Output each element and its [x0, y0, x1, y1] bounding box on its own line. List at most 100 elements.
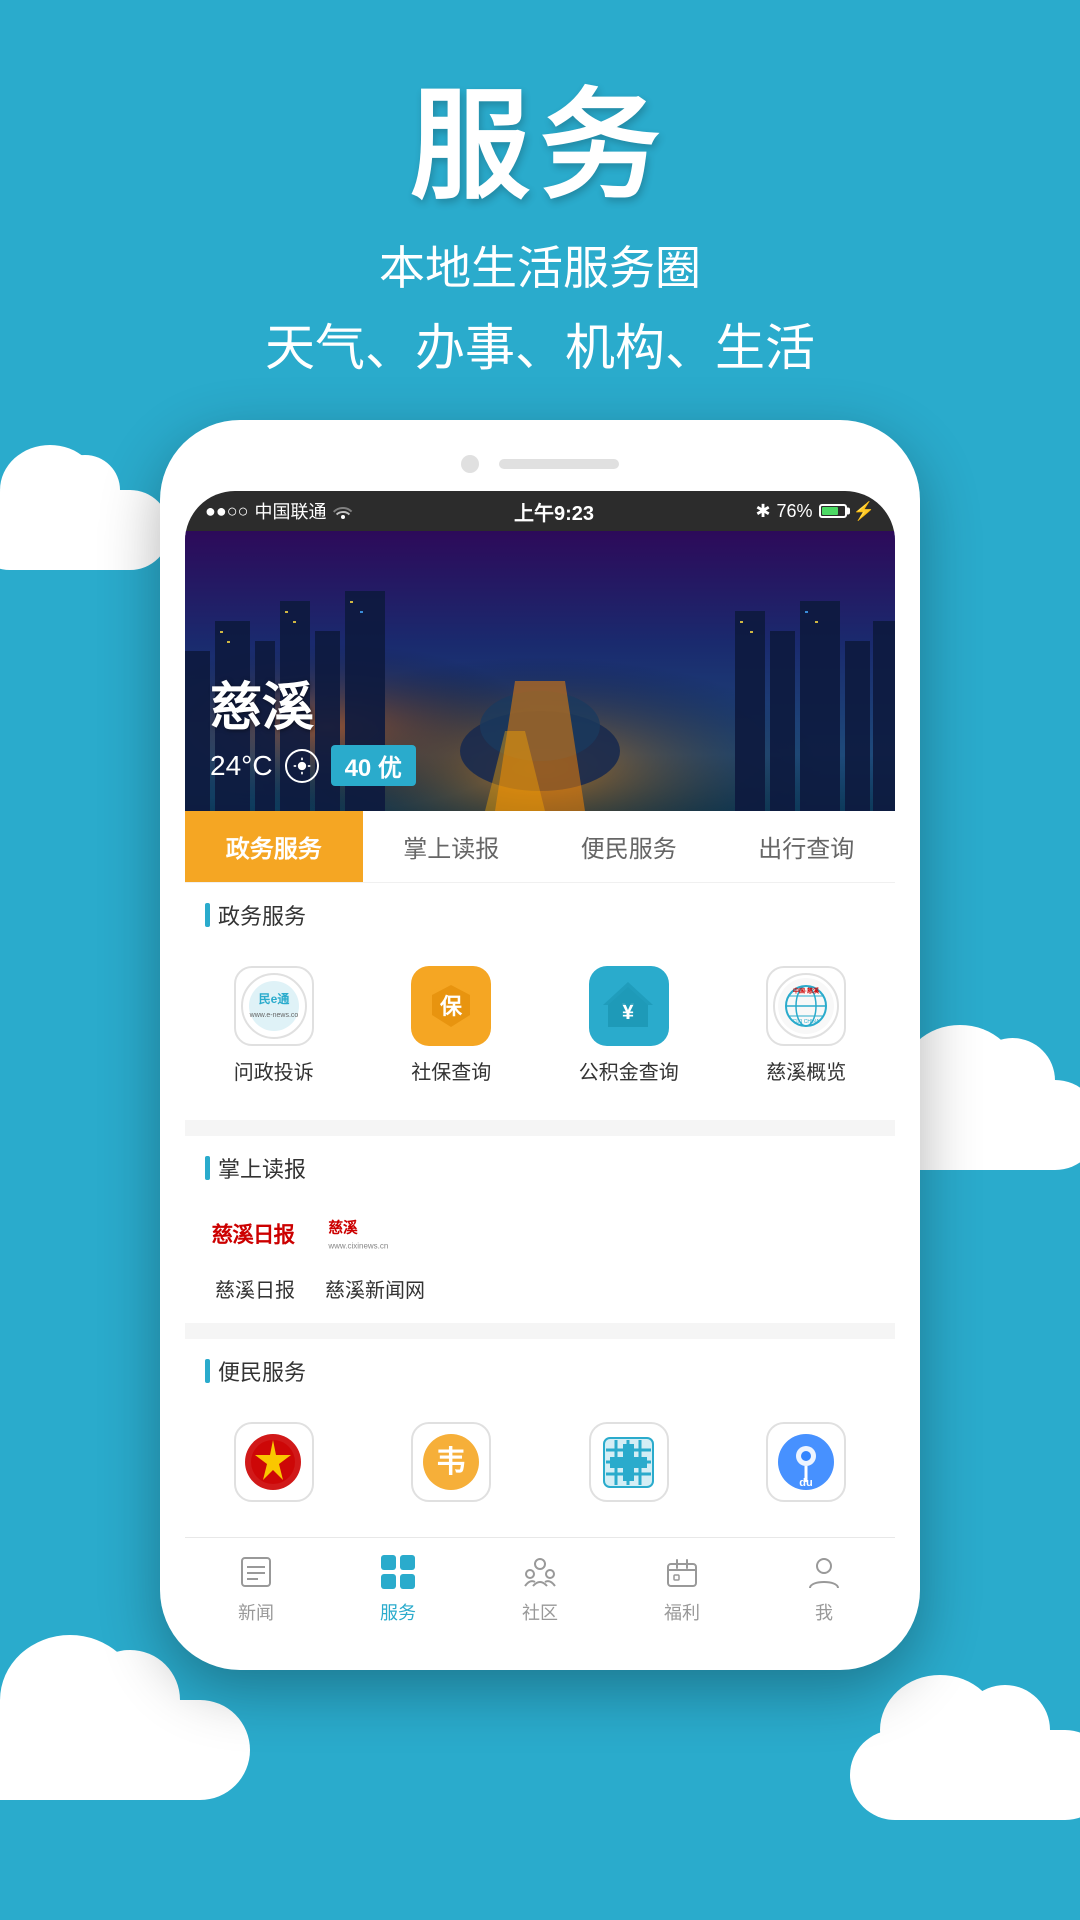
community-label: 社区: [522, 1599, 558, 1625]
nav-news[interactable]: 新闻: [216, 1550, 296, 1625]
reading-indicator: [205, 1156, 210, 1180]
welfare-icon: [660, 1550, 704, 1594]
nav-me[interactable]: 我: [784, 1550, 864, 1625]
market-icon: 韦: [411, 1422, 491, 1502]
map-icon: du: [766, 1422, 846, 1502]
service-icon: [376, 1550, 420, 1594]
cixidaily-logo: 慈溪日报: [205, 1204, 305, 1264]
status-left: ●●○○ 中国联通: [205, 498, 353, 524]
tab-reading[interactable]: 掌上读报: [363, 811, 541, 882]
zhengwu-grid: 民e通 www.e-news.co 问政投诉: [185, 941, 895, 1120]
subtitle-2: 天气、办事、机构、生活: [0, 308, 1080, 380]
temperature: 24°C: [210, 750, 273, 782]
charging-icon: ⚡: [853, 501, 875, 522]
reading-section-header: 掌上读报: [185, 1136, 895, 1194]
service-gongjijin[interactable]: ¥ 公积金查询: [540, 951, 718, 1100]
cixigailan-icon: 中国·慈溪 CIXI CHINA: [766, 966, 846, 1046]
gongjijin-label: 公积金查询: [579, 1056, 679, 1085]
wifi-icon: [333, 503, 353, 519]
service-wenzhengtousu[interactable]: 民e通 www.e-news.co 问政投诉: [185, 951, 363, 1100]
nav-welfare[interactable]: 福利: [642, 1550, 722, 1625]
citizen-grid: 韦: [185, 1397, 895, 1537]
section-indicator: [205, 903, 210, 927]
weather-info: 24°C 40 优: [210, 745, 416, 786]
svg-text:www.cixinews.cn: www.cixinews.cn: [327, 1242, 388, 1251]
hospital-icon: [589, 1422, 669, 1502]
reading-grid: 慈溪日报 慈溪日报 慈溪 www.cixinews.cn: [185, 1194, 895, 1323]
zhengwu-section-title: 政务服务: [218, 899, 306, 931]
phone-top-bar: [185, 445, 895, 491]
bluetooth-icon: ✱: [755, 501, 770, 522]
service-cixigailan[interactable]: 中国·慈溪 CIXI CHINA 慈溪概览: [718, 951, 896, 1100]
cloud-bottom-left-decoration: [0, 1700, 250, 1800]
gongjijin-icon: ¥: [589, 966, 669, 1046]
svg-text:CIXI CHINA: CIXI CHINA: [793, 1019, 820, 1025]
service-tabs: 政务服务 掌上读报 便民服务 出行查询: [185, 811, 895, 883]
svg-text:韦: 韦: [436, 1446, 466, 1479]
service-market[interactable]: 韦: [363, 1407, 541, 1517]
tab-citizen[interactable]: 便民服务: [540, 811, 718, 882]
battery-percent: 76%: [777, 501, 813, 522]
cloud-bottom-right-decoration: [850, 1730, 1080, 1820]
zhengwu-section: 政务服务 民e通 www.e-news.co: [185, 883, 895, 1120]
hero-banner: 慈溪 24°C 40 优: [185, 531, 895, 811]
service-shebao[interactable]: 保 社保查询: [363, 951, 541, 1100]
top-section: 服务 本地生活服务圈 天气、办事、机构、生活: [0, 0, 1080, 380]
phone-camera: [461, 455, 479, 473]
svg-text:民e通: 民e通: [258, 991, 289, 1006]
svg-text:保: 保: [439, 994, 463, 1019]
nav-community[interactable]: 社区: [500, 1550, 580, 1625]
weather-condition-icon: [285, 749, 319, 783]
status-time: 上午9:23: [514, 497, 594, 526]
reading-cixinews[interactable]: 慈溪 www.cixinews.cn 慈溪新闻网: [325, 1204, 425, 1303]
page-title: 服务: [0, 80, 1080, 212]
content-area: 政务服务 民e通 www.e-news.co: [185, 883, 895, 1537]
community-icon: [518, 1550, 562, 1594]
subtitle-1: 本地生活服务圈: [0, 232, 1080, 298]
citizen-section-header: 便民服务: [185, 1339, 895, 1397]
service-label: 服务: [380, 1599, 416, 1625]
shebao-icon: 保: [411, 966, 491, 1046]
citizen-section: 便民服务: [185, 1339, 895, 1537]
reading-section: 掌上读报 慈溪日报 慈溪日报: [185, 1136, 895, 1323]
reading-cixidaily[interactable]: 慈溪日报 慈溪日报: [205, 1204, 305, 1303]
svg-text:慈溪: 慈溪: [328, 1219, 358, 1237]
me-label: 我: [815, 1599, 833, 1625]
news-icon: [234, 1550, 278, 1594]
citizen-indicator: [205, 1359, 210, 1383]
carrier-name: 中国联通: [255, 498, 327, 524]
cloud-left-decoration: [0, 490, 170, 570]
tab-zhengwu[interactable]: 政务服务: [185, 811, 363, 882]
court-icon: [234, 1422, 314, 1502]
bottom-navigation: 新闻 服务: [185, 1537, 895, 1645]
citizen-section-title: 便民服务: [218, 1355, 306, 1387]
svg-text:中国·慈溪: 中国·慈溪: [793, 987, 820, 995]
svg-text:www.e-news.co: www.e-news.co: [248, 1012, 298, 1019]
phone-mockup: ●●○○ 中国联通 上午9:23 ✱ 76%: [160, 420, 920, 1670]
shebao-label: 社保查询: [411, 1056, 491, 1085]
status-right: ✱ 76% ⚡: [755, 501, 875, 522]
me-icon: [802, 1550, 846, 1594]
service-court[interactable]: [185, 1407, 363, 1517]
svg-text:du: du: [799, 1477, 812, 1489]
news-label: 新闻: [238, 1599, 274, 1625]
welfare-label: 福利: [664, 1599, 700, 1625]
tab-travel[interactable]: 出行查询: [718, 811, 896, 882]
nav-service[interactable]: 服务: [358, 1550, 438, 1625]
service-map[interactable]: du: [718, 1407, 896, 1517]
cixigailan-label: 慈溪概览: [766, 1056, 846, 1085]
status-bar: ●●○○ 中国联通 上午9:23 ✱ 76%: [185, 491, 895, 531]
service-hospital[interactable]: [540, 1407, 718, 1517]
reading-section-title: 掌上读报: [218, 1152, 306, 1184]
wenzhengtousu-icon: 民e通 www.e-news.co: [234, 966, 314, 1046]
phone-screen: ●●○○ 中国联通 上午9:23 ✱ 76%: [185, 491, 895, 1645]
battery-indicator: [819, 504, 847, 518]
zhengwu-section-header: 政务服务: [185, 883, 895, 941]
cixidaily-label: 慈溪日报: [215, 1274, 295, 1303]
cixinews-logo: 慈溪 www.cixinews.cn: [325, 1204, 425, 1264]
aqi-badge: 40 优: [331, 745, 416, 786]
wenzhengtousu-label: 问政投诉: [234, 1056, 314, 1085]
city-name: 慈溪: [210, 665, 416, 740]
cixinews-label: 慈溪新闻网: [325, 1274, 425, 1303]
hero-text-overlay: 慈溪 24°C 40 优: [210, 665, 416, 786]
